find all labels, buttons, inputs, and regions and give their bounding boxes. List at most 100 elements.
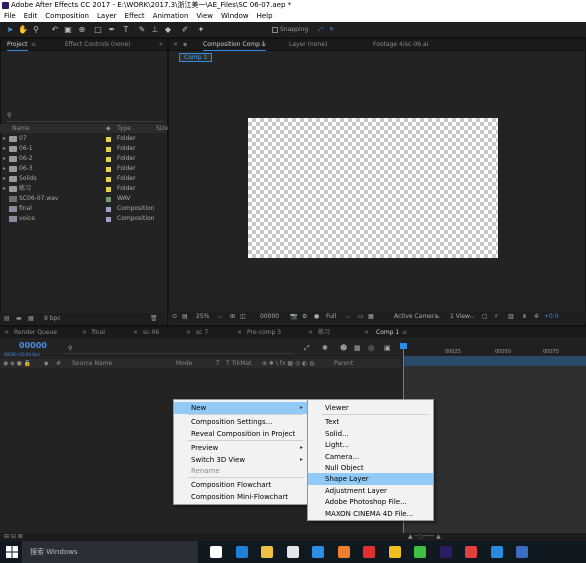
shy-layers-icon[interactable]: ☻: [340, 344, 347, 352]
menu-item[interactable]: Switch 3D View ▸: [174, 454, 307, 466]
app-word-icon[interactable]: [516, 546, 528, 558]
app-blue-icon[interactable]: [490, 546, 503, 558]
column-mode[interactable]: Mode: [176, 359, 192, 368]
column-name[interactable]: Name: [12, 124, 30, 133]
views-dropdown[interactable]: 1 View: [450, 311, 470, 323]
menu-item[interactable]: Composition Flowchart: [174, 479, 307, 491]
pan-behind-tool-icon[interactable]: ⊕: [77, 25, 87, 35]
snap-option-icon[interactable]: ⤢: [318, 26, 323, 33]
menu-file[interactable]: File: [0, 11, 20, 22]
menu-item[interactable]: Null Object: [308, 462, 433, 474]
menu-item[interactable]: Shape Layer: [308, 473, 433, 486]
region-of-interest-icon[interactable]: ▭: [358, 311, 364, 323]
wechat-icon[interactable]: [414, 546, 426, 558]
zoom-tool-icon[interactable]: ⚲: [31, 25, 41, 35]
menu-view[interactable]: View: [192, 11, 217, 22]
label-color-swatch[interactable]: [106, 207, 111, 212]
frame-blending-icon[interactable]: ▦: [354, 344, 361, 352]
fast-previews-icon[interactable]: ⚡: [494, 311, 498, 323]
project-search[interactable]: ⚲: [3, 112, 164, 122]
shape-tool-icon[interactable]: □: [93, 25, 103, 35]
tab-sc-06[interactable]: sc-06: [143, 327, 159, 339]
label-color-swatch[interactable]: [106, 137, 111, 142]
project-item[interactable]: ▸ 06-1 Folder: [0, 144, 166, 154]
project-item[interactable]: ▸ Solids Folder: [0, 174, 166, 184]
tab-close-icon[interactable]: ✕: [308, 327, 313, 339]
tab-footage[interactable]: Footage 4/sc-06.ai: [373, 39, 428, 51]
windows-start-icon[interactable]: [6, 546, 18, 558]
zoom-dropdown[interactable]: 25%: [196, 311, 209, 323]
label-color-swatch[interactable]: [106, 217, 111, 222]
tab-close-icon[interactable]: ✕: [133, 327, 138, 339]
label-color-swatch[interactable]: [106, 177, 111, 182]
timeline-toggle-icon[interactable]: ▥: [508, 311, 514, 323]
label-color-swatch[interactable]: [106, 147, 111, 152]
expand-arrow-icon[interactable]: ▸: [3, 134, 6, 144]
reset-exposure-icon[interactable]: ✲: [534, 311, 539, 323]
app-red-icon[interactable]: [363, 546, 375, 558]
menu-item[interactable]: Composition Settings...: [174, 416, 307, 428]
expand-panes-icon[interactable]: ⊞ ⊟ ⊠: [4, 533, 23, 540]
flowchart-icon[interactable]: ⋔: [522, 311, 527, 323]
tab-close-icon[interactable]: ✕: [4, 327, 9, 339]
ie-icon[interactable]: [312, 546, 324, 558]
menu-composition[interactable]: Composition: [41, 11, 93, 22]
expand-arrow-icon[interactable]: ▸: [3, 164, 6, 174]
new-composition-icon[interactable]: ▦: [28, 313, 34, 325]
after-effects-icon[interactable]: [439, 546, 452, 558]
expand-arrow-icon[interactable]: ▸: [3, 174, 6, 184]
edge-icon[interactable]: [235, 546, 248, 558]
label-color-swatch[interactable]: [106, 167, 111, 172]
column-source-name[interactable]: Source Name: [72, 359, 112, 368]
zoom-chevron-icon[interactable]: ⌵: [218, 311, 223, 323]
current-time-field[interactable]: 00000: [260, 311, 279, 323]
toggle-pixel-aspect-icon[interactable]: ▢: [482, 311, 488, 323]
expand-arrow-icon[interactable]: ▸: [3, 184, 6, 194]
tab-composition[interactable]: Composition Comp 1: [203, 39, 266, 51]
project-item[interactable]: final Composition: [0, 204, 166, 214]
project-item[interactable]: ▸ 06-2 Folder: [0, 154, 166, 164]
menu-window[interactable]: Window: [217, 11, 253, 22]
comp-breadcrumb[interactable]: Comp 1: [179, 53, 213, 62]
tab-final[interactable]: final: [92, 327, 105, 339]
project-item[interactable]: ▸ 06-3 Folder: [0, 164, 166, 174]
tab-practice[interactable]: 练习: [318, 327, 330, 339]
timeline-search[interactable]: ⚲: [64, 345, 294, 354]
menu-item[interactable]: Light...: [308, 439, 433, 451]
project-item[interactable]: ▸ 练习 Folder: [0, 184, 166, 194]
tab-close-icon[interactable]: ✕: [186, 327, 191, 339]
menu-item[interactable]: New ▸: [174, 402, 307, 414]
column-trkmat[interactable]: T TrkMat: [226, 359, 252, 368]
rotate-tool-icon[interactable]: ↶: [50, 25, 60, 35]
hand-tool-icon[interactable]: ✋: [18, 25, 28, 35]
label-color-swatch[interactable]: [106, 157, 111, 162]
menu-item[interactable]: Text: [308, 416, 433, 428]
work-area-bar[interactable]: [404, 356, 586, 366]
grid-icon[interactable]: ▤: [182, 311, 188, 323]
snapshot-icon[interactable]: 📷: [290, 311, 297, 323]
brush-tool-icon[interactable]: ✎: [137, 25, 147, 35]
menu-item[interactable]: MAXON CINEMA 4D File...: [308, 508, 433, 520]
app-orange-icon[interactable]: [337, 546, 350, 558]
trash-icon[interactable]: 🗑: [150, 313, 158, 325]
tab-close-icon[interactable]: ✕: [237, 327, 242, 339]
snap-feature-icon[interactable]: ✳: [329, 26, 334, 33]
exposure-value[interactable]: +0.0: [544, 311, 559, 323]
transparency-grid-icon[interactable]: ▦: [368, 311, 374, 323]
mask-visibility-icon[interactable]: ◫: [240, 311, 246, 323]
graph-editor-icon[interactable]: ▣: [384, 344, 391, 352]
close-tab-icon[interactable]: ✕: [173, 39, 178, 51]
panel-overflow-icon[interactable]: »: [159, 39, 163, 51]
menu-item[interactable]: Composition Mini-Flowchart: [174, 491, 307, 503]
type-tool-icon[interactable]: T: [121, 25, 131, 35]
draft-3d-icon[interactable]: ✺: [322, 344, 328, 352]
pen-tool-icon[interactable]: ✒: [107, 25, 117, 35]
tab-menu-icon[interactable]: ≡: [31, 39, 36, 51]
camera-tool-icon[interactable]: ▣: [63, 25, 73, 35]
column-parent[interactable]: Parent: [334, 359, 353, 368]
snapping-checkbox[interactable]: [272, 26, 278, 33]
menu-effect[interactable]: Effect: [121, 11, 149, 22]
project-item[interactable]: ▸ 07 Folder: [0, 134, 166, 144]
comp-mini-flowchart-icon[interactable]: ⤢: [304, 344, 310, 353]
tab-pre-comp-3[interactable]: Pre-comp 3: [247, 327, 281, 339]
